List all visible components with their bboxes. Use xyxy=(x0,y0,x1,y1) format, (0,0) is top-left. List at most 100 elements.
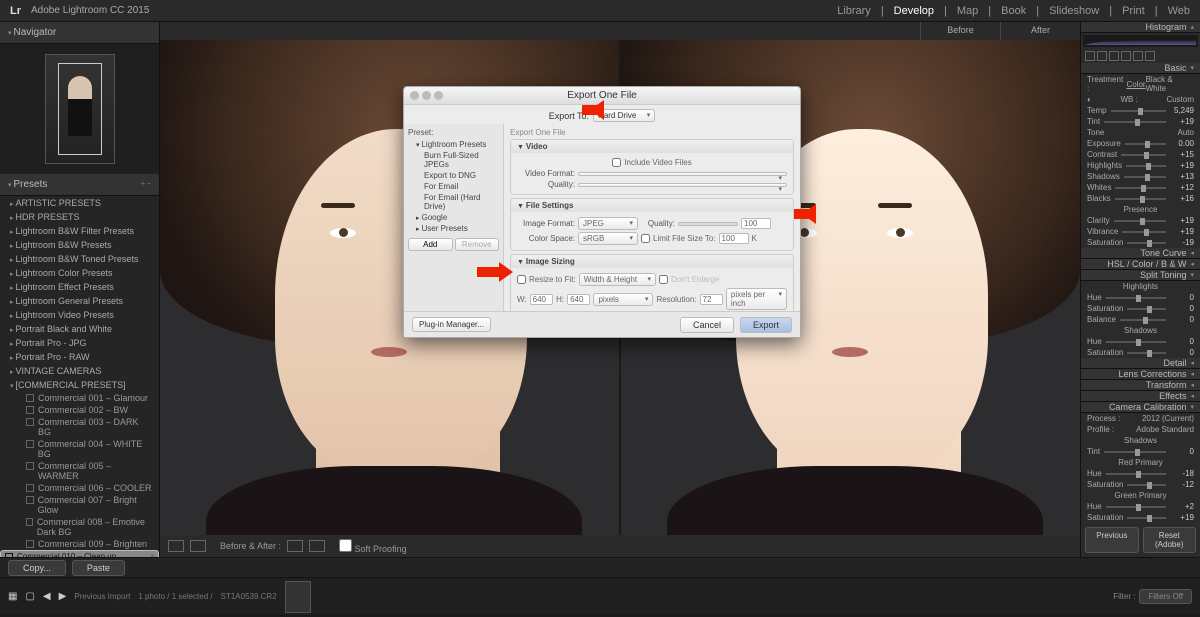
preset-group[interactable]: Lightroom B&W Toned Presets xyxy=(0,252,159,266)
detail-header[interactable]: Detail◂ xyxy=(1081,358,1200,369)
ppi-select[interactable]: pixels per inch xyxy=(726,288,787,310)
loupe-icon[interactable] xyxy=(168,540,184,552)
copy-button[interactable]: Copy... xyxy=(8,560,66,576)
preset-add-button[interactable]: Add xyxy=(408,238,453,251)
filters-off-button[interactable]: Filters Off xyxy=(1139,589,1192,604)
compare-icon[interactable] xyxy=(190,540,206,552)
export-button[interactable]: Export xyxy=(740,317,792,333)
calibration-header[interactable]: Camera Calibration▾ xyxy=(1081,402,1200,413)
hsl-header[interactable]: HSL / Color / B & W◂ xyxy=(1081,259,1200,270)
preset-item[interactable]: Commercial 002 – BW xyxy=(0,404,159,416)
width-input[interactable]: 640 xyxy=(530,294,553,305)
redeye-icon[interactable] xyxy=(1109,51,1119,61)
basic-header[interactable]: Basic▾ xyxy=(1081,63,1200,74)
previous-button[interactable]: Previous xyxy=(1085,527,1139,553)
arrow-left-icon[interactable]: ◀ xyxy=(43,591,51,602)
lens-header[interactable]: Lens Corrections◂ xyxy=(1081,369,1200,380)
export-to-select[interactable]: Hard Drive xyxy=(593,109,655,122)
video-quality-select[interactable] xyxy=(578,183,787,187)
module-print[interactable]: Print xyxy=(1122,5,1145,17)
preset-item[interactable]: Commercial 008 – Emotive Dark BG xyxy=(0,516,159,538)
preset-tree-lr[interactable]: Lightroom Presets xyxy=(408,139,499,150)
preset-group[interactable]: VINTAGE CAMERAS xyxy=(0,364,159,378)
limit-size-checkbox[interactable] xyxy=(641,234,650,243)
preset-group[interactable]: ARTISTIC PRESETS xyxy=(0,196,159,210)
presets-list[interactable]: ARTISTIC PRESETS HDR PRESETS Lightroom B… xyxy=(0,196,159,557)
minimize-icon[interactable] xyxy=(422,91,431,100)
image-format-select[interactable]: JPEG xyxy=(578,217,638,230)
plugin-manager-button[interactable]: Plug-in Manager... xyxy=(412,317,491,332)
paste-button[interactable]: Paste xyxy=(72,560,125,576)
preset-group[interactable]: Portrait Black and White xyxy=(0,322,159,336)
sizing-section-header[interactable]: Image Sizing xyxy=(511,255,793,268)
eyedropper-icon[interactable]: ◐ xyxy=(1087,95,1092,104)
close-icon[interactable] xyxy=(410,91,419,100)
video-section-header[interactable]: Video xyxy=(511,140,793,153)
grid-icon[interactable]: ▦ xyxy=(8,591,17,602)
preset-group[interactable]: Lightroom General Presets xyxy=(0,294,159,308)
preset-group[interactable]: HDR PRESETS xyxy=(0,210,159,224)
radial-icon[interactable] xyxy=(1133,51,1143,61)
resize-checkbox[interactable] xyxy=(517,275,526,284)
limit-size-value[interactable]: 100 xyxy=(719,233,749,244)
preset-tree-item[interactable]: For Email xyxy=(408,181,499,192)
preset-tree-item[interactable]: Burn Full-Sized JPEGs xyxy=(408,150,499,170)
arrow-right-icon[interactable]: ▶ xyxy=(59,591,67,602)
module-web[interactable]: Web xyxy=(1168,5,1190,17)
zoom-icon[interactable] xyxy=(434,91,443,100)
crop-icon[interactable] xyxy=(1085,51,1095,61)
copy-icon[interactable] xyxy=(309,540,325,552)
transform-header[interactable]: Transform◂ xyxy=(1081,380,1200,391)
module-map[interactable]: Map xyxy=(957,5,978,17)
histogram-chart[interactable] xyxy=(1083,35,1198,47)
preset-tree-item[interactable]: Export to DNG xyxy=(408,170,499,181)
preset-item[interactable]: Commercial 004 – WHITE BG xyxy=(0,438,159,460)
preset-item[interactable]: Commercial 006 – COOLER xyxy=(0,482,159,494)
tint-slider[interactable] xyxy=(1104,121,1166,123)
module-library[interactable]: Library xyxy=(837,5,871,17)
spot-icon[interactable] xyxy=(1097,51,1107,61)
effects-header[interactable]: Effects◂ xyxy=(1081,391,1200,402)
navigator-header[interactable]: ▾ Navigator xyxy=(0,22,159,44)
preset-item[interactable]: Commercial 007 – Bright Glow xyxy=(0,494,159,516)
brush-icon[interactable] xyxy=(1145,51,1155,61)
colorspace-select[interactable]: sRGB xyxy=(578,232,638,245)
module-develop[interactable]: Develop xyxy=(894,5,934,17)
preset-item[interactable]: Commercial 005 – WARMER xyxy=(0,460,159,482)
preset-group[interactable]: Lightroom B&W Filter Presets xyxy=(0,224,159,238)
temp-slider[interactable] xyxy=(1111,110,1166,112)
preset-remove-button[interactable]: Remove xyxy=(455,238,500,251)
video-format-select[interactable] xyxy=(578,172,787,176)
import-label[interactable]: Previous Import xyxy=(74,592,130,601)
resolution-input[interactable]: 72 xyxy=(700,294,723,305)
gradient-icon[interactable] xyxy=(1121,51,1131,61)
module-slideshow[interactable]: Slideshow xyxy=(1049,5,1099,17)
quality-slider[interactable] xyxy=(678,222,738,226)
quality-value[interactable]: 100 xyxy=(741,218,771,229)
resize-mode-select[interactable]: Width & Height xyxy=(579,273,656,286)
preset-tree-item[interactable]: For Email (Hard Drive) xyxy=(408,192,499,212)
soft-proof-checkbox[interactable] xyxy=(339,539,352,552)
navigator-body[interactable] xyxy=(0,44,159,174)
height-input[interactable]: 640 xyxy=(567,294,590,305)
preset-group[interactable]: Portrait Pro - JPG xyxy=(0,336,159,350)
preset-tree-user[interactable]: User Presets xyxy=(408,223,499,234)
preset-group[interactable]: Lightroom Effect Presets xyxy=(0,280,159,294)
preset-group[interactable]: Lightroom B&W Presets xyxy=(0,238,159,252)
dialog-titlebar[interactable]: Export One File xyxy=(404,87,800,105)
filmstrip-thumb[interactable] xyxy=(285,581,311,613)
presets-header[interactable]: ▾ Presets+ − xyxy=(0,174,159,196)
histogram-header[interactable]: Histogram▴ xyxy=(1081,22,1200,33)
file-section-header[interactable]: File Settings xyxy=(511,199,793,212)
preset-group[interactable]: Lightroom Video Presets xyxy=(0,308,159,322)
split-header[interactable]: Split Toning▾ xyxy=(1081,270,1200,281)
preset-item[interactable]: Commercial 001 – Glamour xyxy=(0,392,159,404)
preset-group[interactable]: Lightroom Color Presets xyxy=(0,266,159,280)
tonecurve-header[interactable]: Tone Curve◂ xyxy=(1081,248,1200,259)
preset-tree-google[interactable]: Google xyxy=(408,212,499,223)
module-book[interactable]: Book xyxy=(1001,5,1026,17)
swap-icon[interactable] xyxy=(287,540,303,552)
include-video-checkbox[interactable] xyxy=(612,158,621,167)
unit-select[interactable]: pixels xyxy=(593,293,653,306)
preset-group-open[interactable]: [COMMERCIAL PRESETS] xyxy=(0,378,159,392)
